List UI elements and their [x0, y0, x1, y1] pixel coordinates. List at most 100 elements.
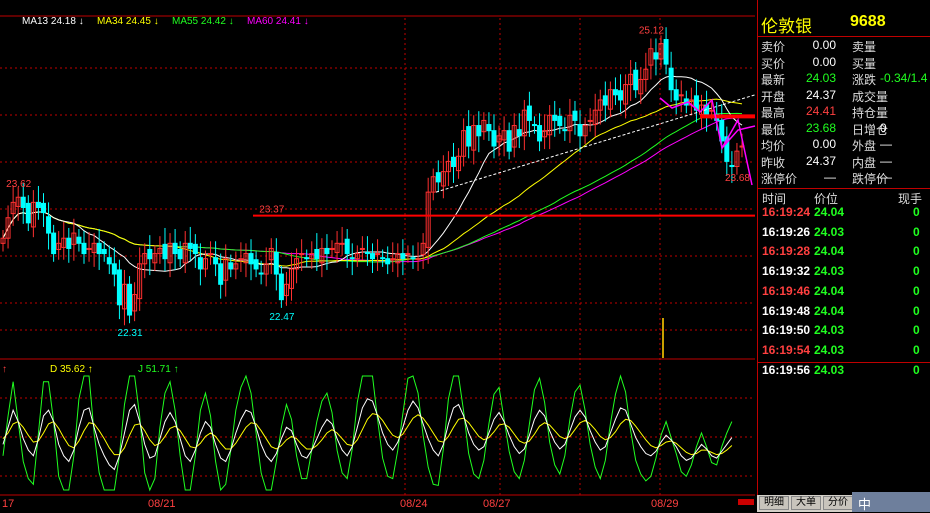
tick-time: 16:19:48: [762, 303, 811, 318]
candle-body: [653, 52, 659, 60]
candle-body: [577, 124, 583, 137]
candle-body: [526, 105, 532, 121]
tick-row[interactable]: 16:19:56 24.03 0: [758, 363, 930, 382]
candle-body: [612, 89, 618, 96]
candle-body: [562, 129, 568, 132]
quote-value: 24.37: [805, 153, 836, 168]
quote-label-2: 外盘: [852, 139, 877, 153]
tab-detail[interactable]: 明细: [759, 496, 789, 510]
candle-body: [668, 67, 674, 91]
candle-body: [531, 124, 537, 127]
quote-value: —: [824, 170, 836, 184]
tick-row[interactable]: 16:19:28 24.04 0: [758, 244, 930, 263]
divider: [758, 36, 930, 37]
tick-row[interactable]: 16:19:24 24.04 0: [758, 205, 930, 224]
quote-row: 卖价 0.00 卖量: [758, 38, 930, 56]
ime-indicator[interactable]: 中: [852, 492, 930, 512]
quote-value: 24.37: [805, 87, 836, 102]
candle-body: [380, 257, 386, 260]
candle-body: [618, 90, 624, 101]
candle-body: [572, 110, 578, 121]
candle-body: [537, 125, 543, 142]
kdj-legend: J 51.71 ↑: [138, 364, 179, 375]
candle-body: [633, 69, 639, 91]
ma-legend: MA60 24.41 ↓: [247, 16, 309, 27]
x-tick-label: 08/27: [483, 498, 511, 510]
stock-code: 9688: [850, 13, 886, 30]
ma60-line: [2, 116, 743, 263]
tick-row[interactable]: 16:19:48 24.04 0: [758, 304, 930, 323]
candle-body: [450, 156, 456, 168]
quote-row: 涨停价 — 跌停价 —: [758, 170, 930, 188]
quote-panel: 伦敦银 9688 卖价 0.00 卖量 买价 0.00 买量 最新 24.03 涨跌 -0.34/…: [757, 0, 930, 512]
tick-time: 16:19:32: [762, 264, 811, 279]
candle-body: [106, 257, 112, 265]
candle-body: [218, 263, 224, 285]
tick-volume: 0: [913, 244, 920, 259]
candle-body: [385, 258, 391, 265]
tick-volume: 0: [913, 362, 920, 377]
candle-body: [116, 269, 122, 306]
candle-body: [81, 242, 87, 255]
candle-body: [370, 253, 375, 260]
bottom-tabs: 明细 大单 分价: [757, 495, 857, 512]
tick-time: 16:19:24: [762, 205, 811, 219]
ma-legend: MA55 24.42 ↓: [172, 16, 234, 27]
tick-row[interactable]: 16:19:26 24.03 0: [758, 225, 930, 244]
tick-row[interactable]: 16:19:50 24.03 0: [758, 323, 930, 342]
candle-body: [729, 164, 735, 168]
tick-time: 16:19:56: [762, 362, 811, 377]
candle-body: [258, 272, 264, 275]
ma13-line: [2, 75, 743, 272]
tick-time: 16:19:54: [762, 342, 811, 357]
tick-header: 时间 价位 现手: [758, 190, 930, 206]
candle-body: [466, 126, 472, 147]
chart-area: 23.62 22.31 23.37 22.47 25.12 23.68 MA13 24.18…: [0, 0, 757, 512]
candle-body: [213, 257, 219, 265]
quote-value: 0.00: [812, 54, 836, 69]
candle-body: [364, 252, 370, 255]
candle-body: [410, 257, 416, 260]
candle-body: [304, 257, 310, 260]
x-tick-label: 17: [2, 498, 14, 510]
price-label: 23.37: [259, 205, 284, 216]
price-label: 22.47: [269, 312, 294, 323]
ma-legend: MA13 24.18 ↓: [22, 16, 84, 27]
kdj-legend-marker: ↑: [2, 364, 7, 375]
ma-legend: MA34 24.45 ↓: [97, 16, 159, 27]
quote-row: 最低 23.68 日增仓 0: [758, 121, 930, 139]
quote-value-2: -0.34/1.4: [880, 71, 928, 85]
ime-text: 中: [858, 497, 872, 512]
tick-price: 24.04: [814, 283, 845, 298]
tick-row[interactable]: 16:19:54 24.03 0: [758, 343, 930, 362]
quote-row: 昨收 24.37 内盘 —: [758, 154, 930, 172]
tick-row[interactable]: 16:19:46 24.04 0: [758, 284, 930, 303]
candle-body: [197, 257, 203, 270]
x-tick-label: 08/21: [148, 498, 176, 510]
tick-time: 16:19:46: [762, 283, 811, 298]
candle-body: [162, 243, 168, 260]
quote-value: 0.00: [812, 38, 836, 52]
quote-value-2: 0: [880, 120, 887, 135]
quote-value-2: —: [880, 153, 892, 168]
candle-body: [557, 115, 563, 127]
candle-body: [491, 130, 497, 147]
quote-value: 24.03: [805, 71, 836, 85]
tick-price: 24.04: [814, 205, 845, 219]
kdj-k-line: [2, 398, 733, 471]
tick-volume: 0: [913, 264, 920, 279]
tick-volume: 0: [913, 303, 920, 318]
kdj-d-line: [2, 413, 733, 456]
tab-big-order[interactable]: 大单: [791, 496, 821, 510]
quote-row: 最高 24.41 持仓量: [758, 104, 930, 122]
candle-body: [66, 237, 72, 249]
tick-row[interactable]: 16:19:32 24.03 0: [758, 264, 930, 283]
candle-body: [76, 236, 82, 244]
stock-title: 伦敦银 9688: [758, 10, 930, 37]
candle-body: [20, 196, 26, 208]
quote-row: 最新 24.03 涨跌 -0.34/1.4: [758, 71, 930, 89]
tick-volume: 0: [913, 342, 920, 357]
tab-price-dist[interactable]: 分价: [823, 496, 853, 510]
quote-label-2: 涨跌: [852, 73, 877, 87]
kdj-legend: D 35.62 ↑: [50, 364, 93, 375]
